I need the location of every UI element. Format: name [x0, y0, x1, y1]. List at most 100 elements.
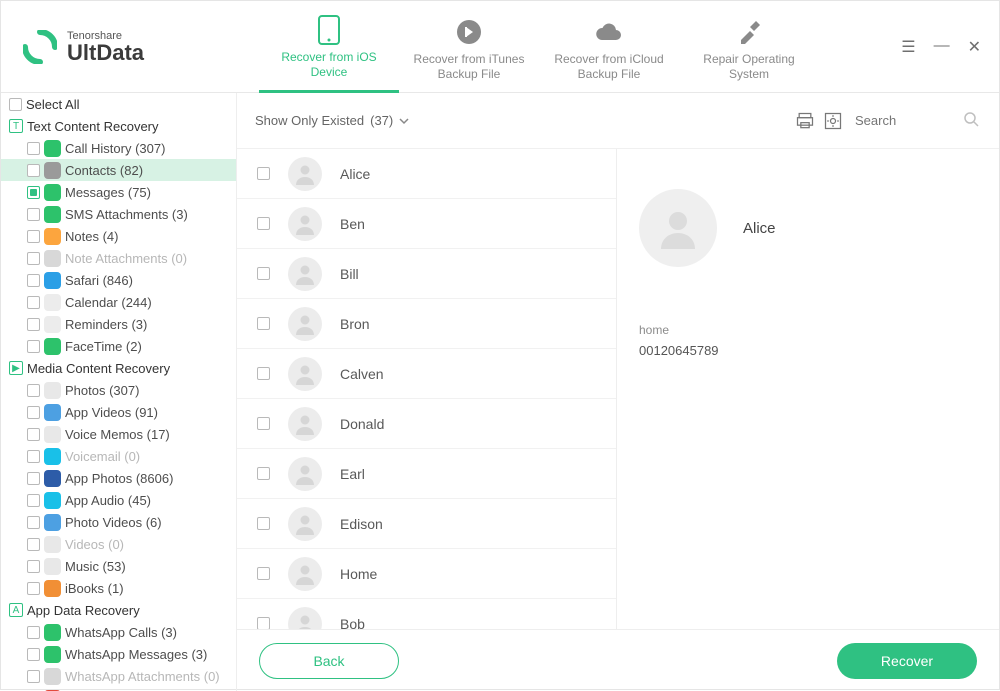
contact-row[interactable]: Bob	[237, 599, 616, 629]
sidebar-item-0-0[interactable]: Call History (307)	[1, 137, 236, 159]
checkbox[interactable]	[27, 252, 40, 265]
checkbox[interactable]	[27, 626, 40, 639]
sidebar-item-label: Contacts (82)	[65, 163, 143, 178]
checkbox[interactable]	[27, 318, 40, 331]
checkbox[interactable]	[27, 582, 40, 595]
category-icon	[44, 470, 61, 487]
recover-button[interactable]: Recover	[837, 643, 977, 679]
checkbox[interactable]	[257, 217, 270, 230]
avatar-icon	[288, 257, 322, 291]
category-icon	[44, 448, 61, 465]
back-button[interactable]: Back	[259, 643, 399, 679]
tab-icon	[736, 16, 762, 48]
sidebar-item-1-7[interactable]: Videos (0)	[1, 533, 236, 555]
sidebar-item-0-6[interactable]: Safari (846)	[1, 269, 236, 291]
contact-row[interactable]: Bron	[237, 299, 616, 349]
search-input[interactable]	[851, 109, 981, 132]
section-2[interactable]: A App Data Recovery	[1, 599, 236, 621]
checkbox[interactable]	[257, 467, 270, 480]
avatar-icon	[288, 557, 322, 591]
contact-row[interactable]: Donald	[237, 399, 616, 449]
section-1[interactable]: ▶ Media Content Recovery	[1, 357, 236, 379]
checkbox[interactable]	[27, 406, 40, 419]
checkbox[interactable]	[257, 617, 270, 629]
avatar-icon	[288, 307, 322, 341]
contact-row[interactable]: Edison	[237, 499, 616, 549]
close-icon[interactable]: ✕	[968, 37, 981, 57]
sidebar-item-0-8[interactable]: Reminders (3)	[1, 313, 236, 335]
sidebar-item-0-1[interactable]: Contacts (82)	[1, 159, 236, 181]
sidebar-item-0-4[interactable]: Notes (4)	[1, 225, 236, 247]
checkbox[interactable]	[27, 516, 40, 529]
checkbox[interactable]	[27, 208, 40, 221]
sidebar-item-label: Notes (4)	[65, 229, 118, 244]
sidebar-item-1-8[interactable]: Music (53)	[1, 555, 236, 577]
checkbox[interactable]	[9, 98, 22, 111]
checkbox[interactable]	[257, 167, 270, 180]
sidebar-item-0-2[interactable]: Messages (75)	[1, 181, 236, 203]
sidebar-item-1-0[interactable]: Photos (307)	[1, 379, 236, 401]
tab-1[interactable]: Recover from iTunesBackup File	[399, 1, 539, 93]
contact-row[interactable]: Bill	[237, 249, 616, 299]
sidebar-item-1-9[interactable]: iBooks (1)	[1, 577, 236, 599]
print-icon[interactable]	[795, 111, 815, 131]
checkbox[interactable]	[27, 384, 40, 397]
settings-icon[interactable]	[823, 111, 843, 131]
sidebar-item-2-1[interactable]: WhatsApp Messages (3)	[1, 643, 236, 665]
sidebar-item-1-2[interactable]: Voice Memos (17)	[1, 423, 236, 445]
menu-icon[interactable]: ☰	[901, 37, 915, 57]
checkbox[interactable]	[27, 538, 40, 551]
sidebar-item-label: WhatsApp Attachments (0)	[65, 669, 220, 684]
sidebar-item-2-3[interactable]: Tango (0)	[1, 687, 236, 691]
avatar-icon	[288, 207, 322, 241]
checkbox[interactable]	[27, 142, 40, 155]
sidebar-item-2-0[interactable]: WhatsApp Calls (3)	[1, 621, 236, 643]
sidebar-item-0-9[interactable]: FaceTime (2)	[1, 335, 236, 357]
sidebar-item-0-3[interactable]: SMS Attachments (3)	[1, 203, 236, 225]
checkbox[interactable]	[27, 186, 40, 199]
contact-row[interactable]: Earl	[237, 449, 616, 499]
checkbox[interactable]	[257, 267, 270, 280]
sidebar-item-1-3[interactable]: Voicemail (0)	[1, 445, 236, 467]
sidebar-item-1-5[interactable]: App Audio (45)	[1, 489, 236, 511]
checkbox[interactable]	[27, 296, 40, 309]
sidebar-item-1-6[interactable]: Photo Videos (6)	[1, 511, 236, 533]
sidebar-item-1-4[interactable]: App Photos (8606)	[1, 467, 236, 489]
checkbox[interactable]	[257, 417, 270, 430]
sidebar-item-1-1[interactable]: App Videos (91)	[1, 401, 236, 423]
checkbox[interactable]	[257, 567, 270, 580]
checkbox[interactable]	[27, 164, 40, 177]
checkbox[interactable]	[27, 450, 40, 463]
category-icon	[44, 646, 61, 663]
tab-3[interactable]: Repair OperatingSystem	[679, 1, 819, 93]
checkbox[interactable]	[27, 560, 40, 573]
category-icon	[44, 338, 61, 355]
section-0[interactable]: T Text Content Recovery	[1, 115, 236, 137]
checkbox[interactable]	[27, 274, 40, 287]
checkbox[interactable]	[27, 472, 40, 485]
contact-row[interactable]: Ben	[237, 199, 616, 249]
contact-row[interactable]: Home	[237, 549, 616, 599]
contact-row[interactable]: Calven	[237, 349, 616, 399]
checkbox[interactable]	[257, 367, 270, 380]
checkbox[interactable]	[27, 230, 40, 243]
tab-2[interactable]: Recover from iCloudBackup File	[539, 1, 679, 93]
sidebar-item-0-7[interactable]: Calendar (244)	[1, 291, 236, 313]
filter-dropdown[interactable]: Show Only Existed (37)	[255, 113, 409, 128]
sidebar-item-2-2[interactable]: WhatsApp Attachments (0)	[1, 665, 236, 687]
minimize-icon[interactable]: —	[934, 37, 950, 57]
checkbox[interactable]	[27, 494, 40, 507]
contact-name: Bill	[340, 266, 359, 282]
checkbox[interactable]	[27, 648, 40, 661]
checkbox[interactable]	[257, 317, 270, 330]
checkbox[interactable]	[27, 340, 40, 353]
contact-row[interactable]: Alice	[237, 149, 616, 199]
checkbox[interactable]	[257, 517, 270, 530]
checkbox[interactable]	[27, 428, 40, 441]
category-icon	[44, 404, 61, 421]
detail-avatar	[639, 189, 717, 267]
tab-0[interactable]: Recover from iOSDevice	[259, 1, 399, 93]
sidebar-item-0-5[interactable]: Note Attachments (0)	[1, 247, 236, 269]
checkbox[interactable]	[27, 670, 40, 683]
select-all[interactable]: Select All	[1, 93, 236, 115]
